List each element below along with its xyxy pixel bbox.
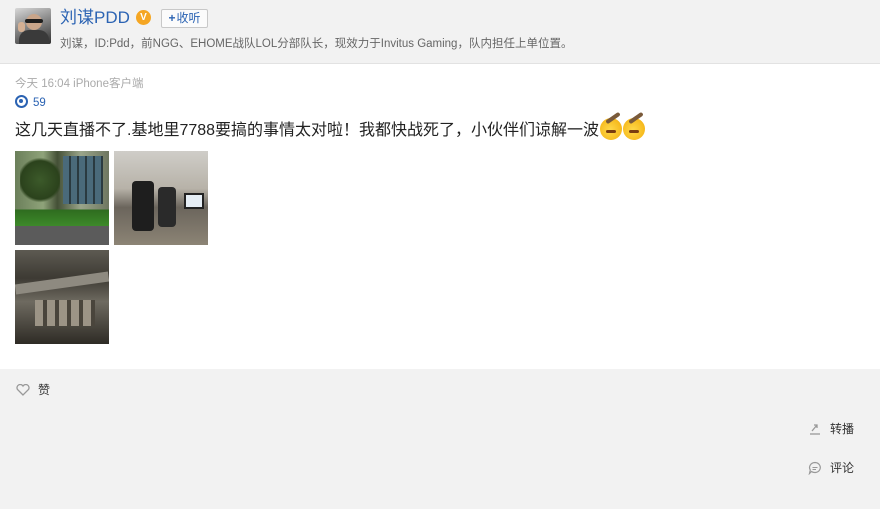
photo-monitor — [184, 193, 204, 209]
avatar[interactable] — [15, 8, 51, 44]
author-name[interactable]: 刘谋PDD — [60, 8, 130, 28]
post-timestamp[interactable]: 今天 16:04 iPhone客户端 — [15, 75, 143, 91]
author-header: 刘谋PDD V +收听 刘谋，ID:Pdd，前NGG、EHOME战队LOL分部队… — [0, 0, 880, 64]
verified-icon: V — [136, 10, 151, 25]
like-label: 赞 — [38, 383, 51, 397]
photo-beam — [15, 271, 109, 295]
repost-count-link[interactable]: 59 — [15, 95, 46, 109]
action-bar: 赞 转播 评论 — [0, 369, 880, 509]
comment-button[interactable]: 评论 — [808, 459, 854, 476]
avatar-thumb — [18, 22, 25, 32]
follow-button[interactable]: +收听 — [161, 9, 208, 28]
photo-courtyard[interactable] — [15, 151, 109, 245]
avatar-body — [19, 30, 49, 44]
post-text: 这几天直播不了.基地里7788要搞的事情太对啦！我都快战死了，小伙伴们谅解一波 — [15, 122, 600, 139]
repost-button[interactable]: 转播 — [808, 420, 854, 437]
sweat-emoji-icon — [623, 118, 646, 140]
comment-icon — [808, 461, 822, 476]
plus-icon: + — [168, 11, 176, 25]
photo-shelf — [35, 300, 95, 326]
like-button[interactable]: 赞 — [16, 381, 50, 398]
comment-label: 评论 — [830, 461, 855, 475]
repost-bubble-icon — [15, 95, 28, 108]
photo-construction[interactable] — [15, 250, 109, 344]
heart-icon — [16, 384, 30, 396]
photo-office[interactable] — [114, 151, 208, 245]
post-content: 这几天直播不了.基地里7788要搞的事情太对啦！我都快战死了，小伙伴们谅解一波 — [15, 118, 646, 143]
repost-count: 59 — [33, 97, 46, 109]
repost-label: 转播 — [830, 422, 855, 436]
author-bio: 刘谋，ID:Pdd，前NGG、EHOME战队LOL分部队长，现效力于Invitu… — [60, 38, 573, 50]
avatar-glasses — [25, 19, 43, 23]
photo-chair — [132, 181, 154, 231]
photo-window — [63, 156, 103, 204]
sweat-emoji-icon — [600, 118, 623, 140]
photo-tree — [20, 155, 60, 205]
repost-icon — [808, 422, 822, 436]
follow-label: 收听 — [176, 11, 201, 25]
photo-chair — [158, 187, 176, 227]
